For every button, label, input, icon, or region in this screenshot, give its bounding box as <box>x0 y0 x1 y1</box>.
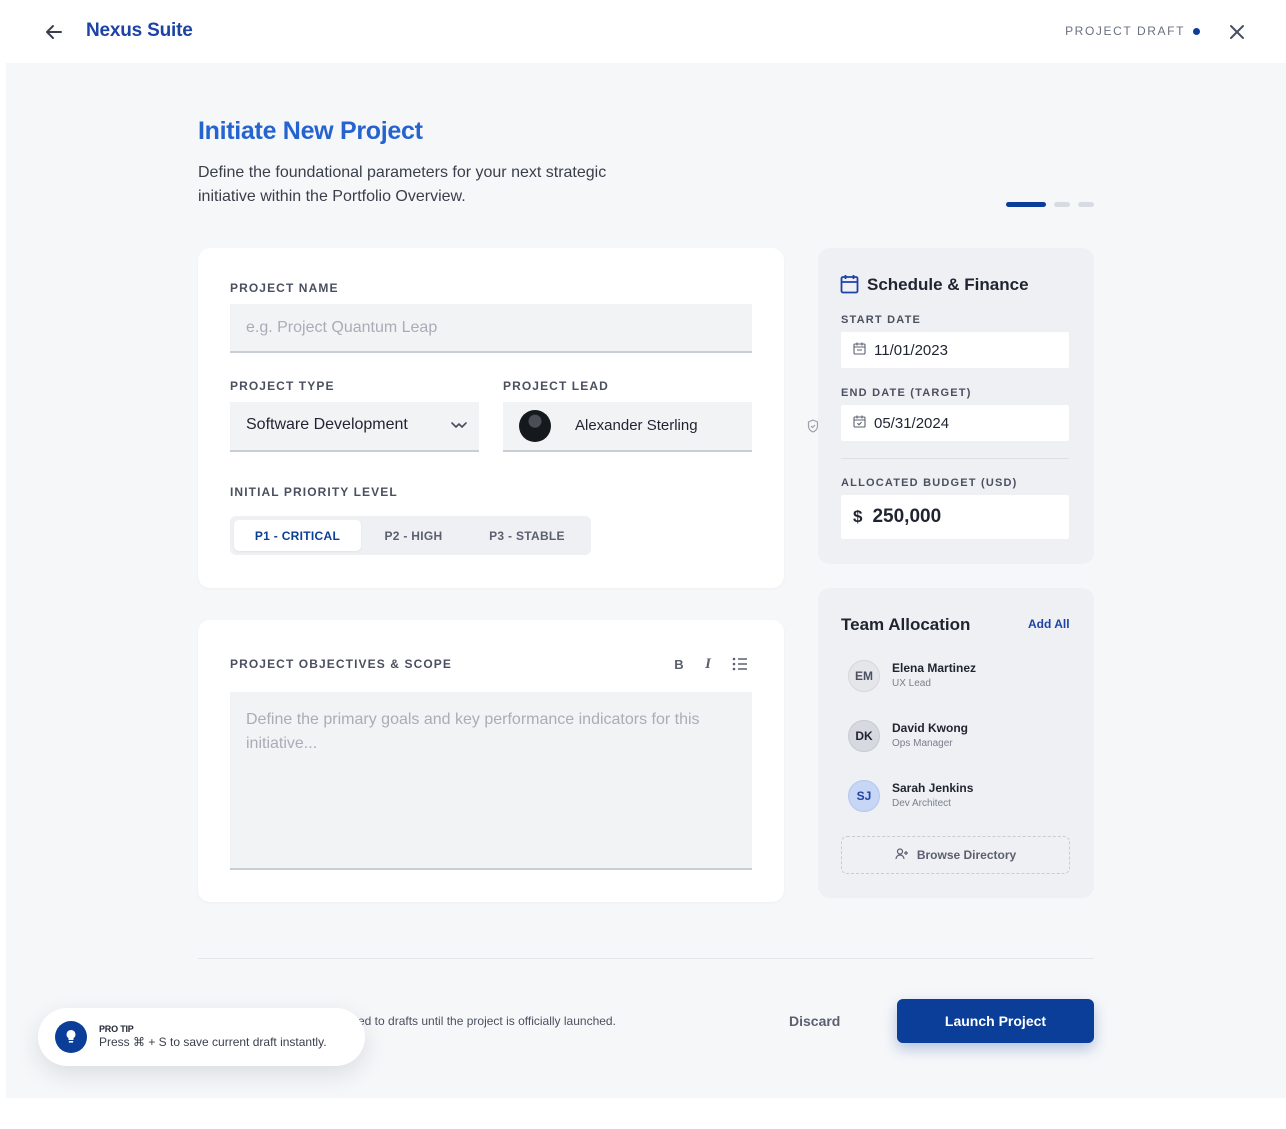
project-type-value: Software Development <box>246 416 408 433</box>
browse-directory-label: Browse Directory <box>916 848 1017 862</box>
schedule-finance-title: Schedule & Finance <box>867 275 1029 294</box>
avatar: EM <box>848 660 880 692</box>
project-lead-label: PROJECT LEAD <box>503 379 609 393</box>
start-date-input[interactable]: 11/01/2023 <box>841 332 1069 368</box>
discard-button[interactable]: Discard <box>789 1013 840 1029</box>
add-user-icon <box>895 847 909 863</box>
budget-label: ALLOCATED BUDGET (USD) <box>841 477 1018 489</box>
draft-status: PROJECT DRAFT <box>1065 24 1200 38</box>
member-role: Dev Architect <box>892 798 951 809</box>
team-member[interactable]: EM Elena Martinez UX Lead <box>848 660 1078 694</box>
lead-avatar <box>519 410 551 442</box>
calendar-check-icon <box>853 415 866 432</box>
back-arrow-icon[interactable] <box>40 18 68 46</box>
pro-tip-message: Press ⌘ + S to save current draft instan… <box>99 1035 327 1049</box>
project-name-input[interactable] <box>230 304 752 351</box>
budget-value: 250,000 <box>872 506 942 527</box>
project-lead-select[interactable]: Alexander Sterling <box>503 402 752 452</box>
lightbulb-icon <box>55 1021 87 1053</box>
chevron-down-icon <box>451 419 467 437</box>
status-dot-icon <box>1193 27 1200 35</box>
objectives-textarea[interactable] <box>230 692 752 868</box>
step-indicator <box>1006 202 1094 207</box>
member-name: Elena Martinez <box>892 661 977 675</box>
close-icon[interactable] <box>1224 19 1250 45</box>
dollar-icon: $ <box>853 507 863 526</box>
end-date-label: END DATE (TARGET) <box>841 387 972 399</box>
add-all-link[interactable]: Add All <box>1028 617 1070 631</box>
member-role: UX Lead <box>892 678 931 689</box>
calendar-range-icon <box>853 342 866 359</box>
footer-divider <box>198 958 1094 959</box>
top-bar: Nexus Suite PROJECT DRAFT <box>0 0 1286 63</box>
project-name-field <box>230 304 752 353</box>
objectives-label: PROJECT OBJECTIVES & SCOPE <box>230 657 452 671</box>
calendar-icon <box>840 274 859 299</box>
end-date-value: 05/31/2024 <box>874 414 950 432</box>
team-member[interactable]: SJ Sarah Jenkins Dev Architect <box>848 780 1078 814</box>
autosave-note-text: ed to drafts until the project is offici… <box>358 1014 616 1028</box>
step-3 <box>1078 202 1094 207</box>
brand-title[interactable]: Nexus Suite <box>86 20 193 42</box>
priority-p2-button[interactable]: P2 - HIGH <box>361 520 466 551</box>
team-allocation-title: Team Allocation <box>841 615 971 634</box>
priority-segmented-control: P1 - CRITICAL P2 - HIGH P3 - STABLE <box>230 516 591 555</box>
start-date-label: START DATE <box>841 314 922 326</box>
project-name-label: PROJECT NAME <box>230 281 339 295</box>
avatar: DK <box>848 720 880 752</box>
member-role: Ops Manager <box>892 738 953 749</box>
pro-tip-title: PRO TIP <box>99 1024 134 1034</box>
page-title: Initiate New Project <box>198 117 423 145</box>
start-date-value: 11/01/2023 <box>874 341 948 359</box>
launch-project-button[interactable]: Launch Project <box>897 999 1094 1043</box>
project-type-label: PROJECT TYPE <box>230 379 335 393</box>
member-name: David Kwong <box>892 721 969 735</box>
project-lead-value: Alexander Sterling <box>575 417 698 434</box>
priority-p1-button[interactable]: P1 - CRITICAL <box>234 520 361 551</box>
member-name: Sarah Jenkins <box>892 781 974 795</box>
step-2 <box>1054 202 1070 207</box>
project-type-select[interactable]: Software Development <box>230 402 479 452</box>
step-1 <box>1006 202 1046 207</box>
italic-icon[interactable]: I <box>698 654 718 674</box>
bold-icon[interactable]: B <box>669 654 689 674</box>
bullet-list-icon[interactable] <box>730 654 750 674</box>
objectives-field <box>230 692 752 870</box>
avatar: SJ <box>848 780 880 812</box>
pro-tip-toast: PRO TIP Press ⌘ + S to save current draf… <box>38 1008 365 1066</box>
priority-label: INITIAL PRIORITY LEVEL <box>230 485 398 499</box>
team-member[interactable]: DK David Kwong Ops Manager <box>848 720 1078 754</box>
budget-input[interactable]: $ 250,000 <box>841 495 1069 539</box>
end-date-input[interactable]: 05/31/2024 <box>841 405 1069 441</box>
priority-p3-button[interactable]: P3 - STABLE <box>466 520 588 551</box>
page-subtitle: Define the foundational parameters for y… <box>198 164 607 205</box>
schedule-divider <box>841 458 1069 459</box>
browse-directory-button[interactable]: Browse Directory <box>841 836 1070 874</box>
draft-status-label: PROJECT DRAFT <box>1065 24 1185 38</box>
